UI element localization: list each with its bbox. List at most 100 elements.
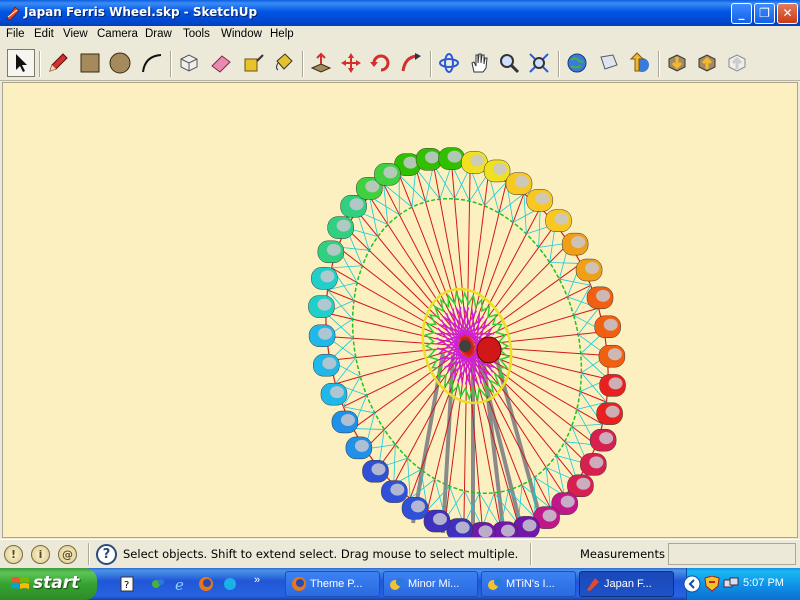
- move-tool[interactable]: [337, 49, 365, 77]
- zoom-extents-tool[interactable]: [525, 49, 553, 77]
- zoom-extents-icon: [529, 53, 549, 73]
- component-import-tool[interactable]: [663, 49, 691, 77]
- eraser-tool[interactable]: [207, 49, 235, 77]
- orbit-tool[interactable]: [435, 49, 463, 77]
- lattice: [523, 193, 527, 234]
- rotate-icon: [370, 54, 390, 72]
- component-upload-icon: [698, 54, 716, 72]
- messenger-icon: [390, 578, 404, 590]
- gondola: [320, 382, 348, 406]
- orbit-icon: [439, 53, 459, 73]
- circle-icon: [109, 52, 131, 74]
- push-pull-icon: [310, 52, 332, 73]
- geo-location-icon[interactable]: !: [4, 545, 23, 564]
- status-text: Select objects. Shift to extend select. …: [123, 547, 519, 561]
- sketchup-app-icon: [6, 6, 20, 21]
- tape-measure-icon: [244, 54, 264, 72]
- pencil-icon: [49, 53, 68, 72]
- model-viewport[interactable]: [2, 82, 798, 538]
- credits-icon[interactable]: i: [31, 545, 50, 564]
- gondola: [469, 522, 496, 537]
- tape-measure-tool[interactable]: [239, 49, 267, 77]
- arc-tool[interactable]: [138, 49, 166, 77]
- minimize-button[interactable]: _: [731, 3, 752, 24]
- gondola: [362, 460, 389, 483]
- start-button[interactable]: start: [0, 568, 97, 600]
- gondola: [599, 374, 626, 397]
- menu-edit[interactable]: Edit: [34, 28, 54, 40]
- paint-bucket-icon: [276, 53, 293, 71]
- svg-text:e: e: [175, 576, 184, 592]
- rotate-tool[interactable]: [367, 49, 395, 77]
- tray-expand-icon[interactable]: [683, 575, 701, 593]
- quicklaunch-more[interactable]: »: [254, 574, 260, 586]
- menu-view[interactable]: View: [63, 28, 88, 40]
- arrow-cursor-icon: [16, 54, 27, 72]
- taskbar: start ? e » Theme P... Minor Mi... MTiN'…: [0, 568, 800, 600]
- sketchup-icon: [587, 578, 599, 591]
- menu-file[interactable]: File: [6, 28, 25, 40]
- sketchup-window: Japan Ferris Wheel.skp - SketchUp _ ❐ ✕ …: [0, 0, 800, 600]
- toolbar: [0, 45, 800, 81]
- messenger-icon: [488, 578, 502, 590]
- share-component-tool[interactable]: [723, 49, 751, 77]
- share-model-tool[interactable]: [595, 49, 623, 77]
- internet-explorer-icon[interactable]: e: [174, 576, 190, 592]
- svg-text:?: ?: [124, 580, 129, 591]
- menu-tools[interactable]: Tools: [183, 28, 210, 40]
- move-icon: [341, 53, 361, 73]
- menu-camera[interactable]: Camera: [97, 28, 138, 40]
- push-pull-tool[interactable]: [307, 49, 335, 77]
- security-shield-icon[interactable]: [703, 576, 721, 592]
- upload-tool[interactable]: [625, 49, 653, 77]
- lattice: [393, 444, 396, 485]
- firefox-icon: [292, 577, 306, 591]
- user-icon[interactable]: @: [58, 545, 77, 564]
- gondola: [446, 518, 473, 537]
- rectangle-icon: [80, 53, 100, 73]
- firefox-quicklaunch-icon[interactable]: [198, 576, 214, 592]
- arc-icon: [142, 54, 162, 73]
- hand-icon: [471, 53, 488, 73]
- measurements-label: Measurements: [580, 547, 665, 561]
- pencil-tool[interactable]: [44, 49, 72, 77]
- share-component-icon: [728, 54, 746, 72]
- task-label: Japan F...: [604, 578, 652, 590]
- maximize-button[interactable]: ❐: [754, 3, 775, 24]
- gondola: [401, 497, 429, 520]
- task-theme-page[interactable]: Theme P...: [285, 571, 380, 597]
- gondola: [461, 151, 488, 174]
- gondola: [505, 172, 533, 195]
- get-models-tool[interactable]: [563, 49, 591, 77]
- title-bar[interactable]: Japan Ferris Wheel.skp - SketchUp _ ❐ ✕: [0, 0, 800, 26]
- hub-red-cap: [476, 336, 502, 364]
- menu-help[interactable]: Help: [270, 28, 294, 40]
- lattice: [571, 423, 603, 427]
- menu-draw[interactable]: Draw: [145, 28, 172, 40]
- help-file-icon[interactable]: ?: [119, 576, 135, 592]
- network-icon[interactable]: [723, 576, 739, 592]
- paint-bucket-tool[interactable]: [270, 49, 298, 77]
- help-icon[interactable]: ?: [96, 544, 117, 565]
- task-mtins[interactable]: MTiN's I...: [481, 571, 576, 597]
- gondola: [345, 436, 373, 460]
- globe-icon: [567, 53, 587, 73]
- make-component-tool[interactable]: [175, 49, 203, 77]
- zoom-tool[interactable]: [495, 49, 523, 77]
- messenger-quicklaunch-icon[interactable]: [150, 576, 166, 592]
- pan-tool[interactable]: [465, 49, 493, 77]
- component-export-tool[interactable]: [693, 49, 721, 77]
- follow-me-tool[interactable]: [397, 49, 425, 77]
- menu-window[interactable]: Window: [221, 28, 262, 40]
- circle-tool[interactable]: [106, 49, 134, 77]
- task-minor-mi[interactable]: Minor Mi...: [383, 571, 478, 597]
- select-tool[interactable]: [7, 49, 35, 77]
- measurements-input[interactable]: [668, 543, 796, 565]
- gondola: [438, 147, 465, 170]
- task-japan-ferris-wheel[interactable]: Japan F...: [579, 571, 674, 597]
- gondola: [381, 480, 408, 503]
- rectangle-tool[interactable]: [76, 49, 104, 77]
- gondola: [589, 428, 617, 452]
- messenger-alt-icon[interactable]: [222, 576, 238, 592]
- close-button[interactable]: ✕: [777, 3, 798, 24]
